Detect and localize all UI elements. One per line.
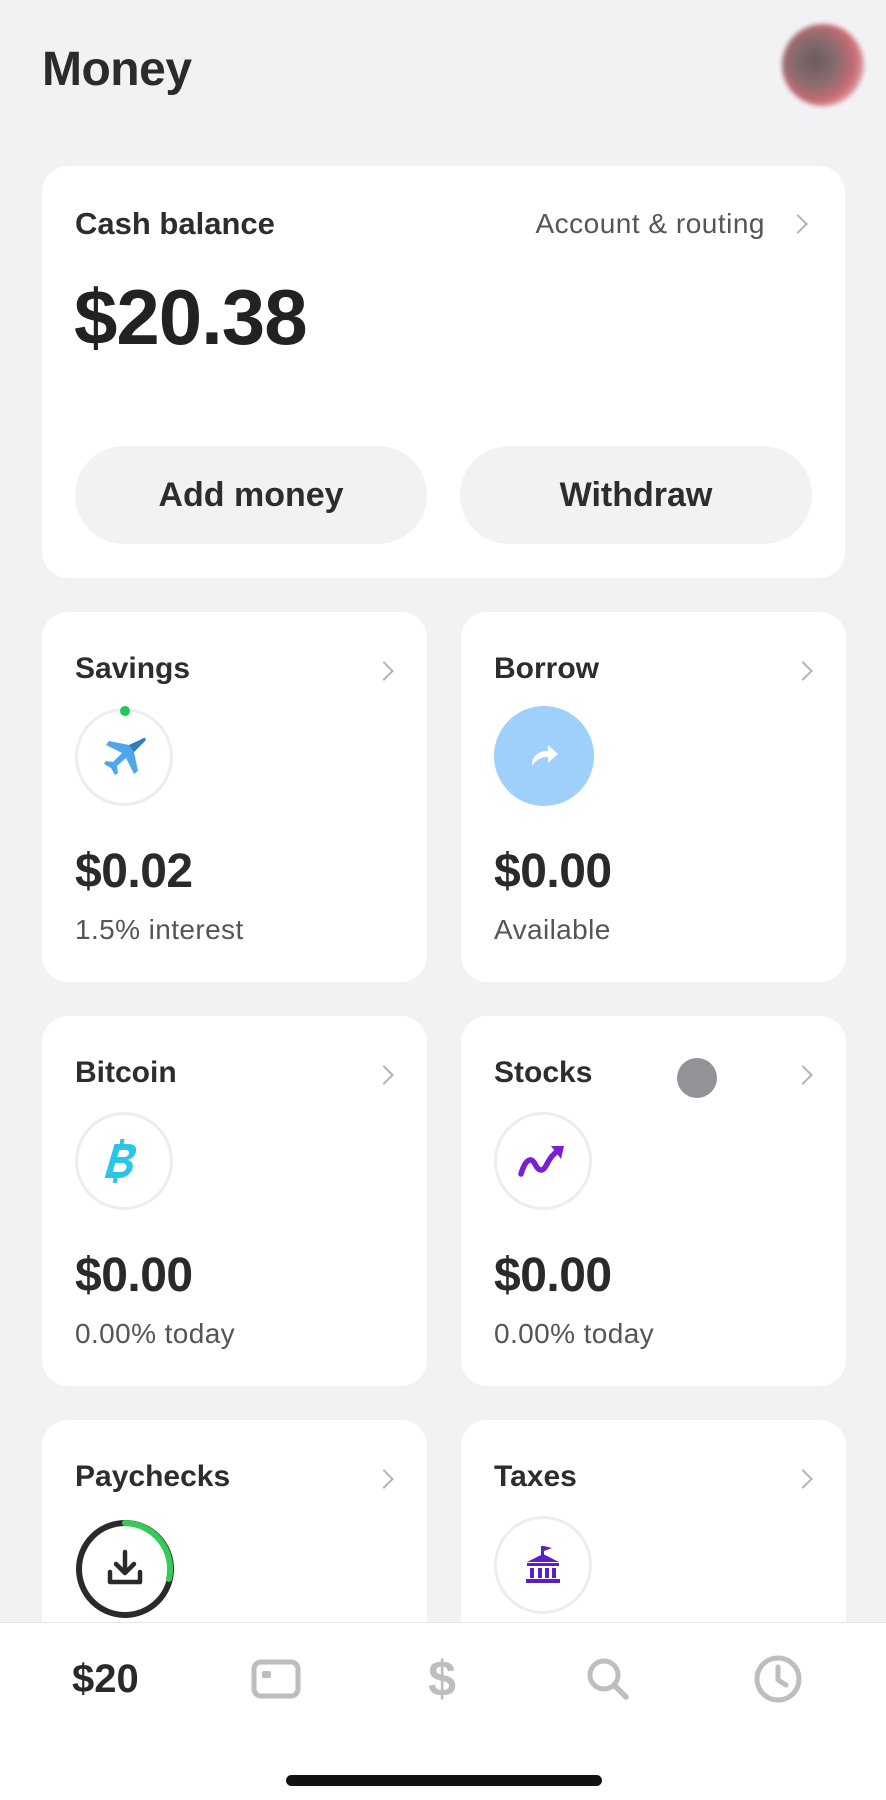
cash-balance-amount: $20.38 [74, 273, 308, 361]
chevron-right-icon [374, 661, 394, 681]
bitcoin-title: Bitcoin [75, 1056, 177, 1089]
card-icon [251, 1659, 301, 1699]
curved-arrow-icon [532, 745, 558, 766]
money-screen: Money Cash balance Account & routing $20… [0, 0, 886, 1800]
page-title: Money [42, 43, 192, 96]
borrow-icon-circle [494, 706, 594, 806]
savings-amount: $0.02 [75, 845, 193, 898]
stocks-amount: $0.00 [494, 1249, 612, 1302]
bitcoin-amount: $0.00 [75, 1249, 193, 1302]
account-routing-label: Account & routing [535, 208, 765, 239]
borrow-tile[interactable]: Borrow $0.00 Available [461, 612, 846, 982]
nav-pay-tab[interactable]: $ [414, 1651, 470, 1707]
download-icon [107, 1549, 143, 1585]
stocks-icon-circle [494, 1112, 592, 1210]
withdraw-button[interactable]: Withdraw [460, 446, 812, 544]
search-icon [587, 1658, 629, 1700]
nav-activity-tab[interactable] [750, 1651, 806, 1707]
borrow-title: Borrow [494, 652, 599, 685]
cash-balance-label: Cash balance [75, 206, 275, 241]
stocks-change: 0.00% today [494, 1318, 655, 1349]
bitcoin-icon-circle [75, 1112, 173, 1210]
airplane-icon [104, 737, 146, 775]
bank-building-icon [526, 1546, 560, 1583]
add-money-button[interactable]: Add money [75, 446, 427, 544]
cash-balance-card: Cash balance Account & routing $20.38 Ad… [42, 166, 845, 578]
stocks-indicator-dot [677, 1058, 717, 1098]
savings-progress-dot [120, 706, 130, 716]
trend-up-icon [518, 1146, 564, 1177]
savings-tile[interactable]: Savings $0.02 1.5% interest [42, 612, 427, 982]
bitcoin-icon [104, 1139, 137, 1183]
chevron-right-icon [374, 1065, 394, 1085]
chevron-right-icon [793, 661, 813, 681]
chevron-right-icon [788, 214, 808, 234]
savings-icon-circle [75, 708, 173, 806]
stocks-title: Stocks [494, 1056, 593, 1089]
paychecks-title: Paychecks [75, 1460, 231, 1493]
borrow-available: Available [494, 914, 611, 945]
bitcoin-tile[interactable]: Bitcoin $0.00 0.00% today [42, 1016, 427, 1386]
taxes-title: Taxes [494, 1460, 577, 1493]
dollar-icon: $ [428, 1651, 456, 1707]
nav-balance-tab[interactable]: $20 [72, 1657, 139, 1702]
account-routing-link[interactable]: Account & routing [535, 208, 808, 240]
savings-title: Savings [75, 652, 191, 685]
bottom-navigation: $20 $ [0, 1622, 886, 1800]
profile-avatar[interactable] [782, 24, 864, 106]
bitcoin-change: 0.00% today [75, 1318, 236, 1349]
chevron-right-icon [793, 1469, 813, 1489]
borrow-amount: $0.00 [494, 845, 612, 898]
nav-search-tab[interactable] [580, 1651, 636, 1707]
home-indicator[interactable] [286, 1775, 602, 1786]
clock-icon [754, 1655, 802, 1703]
nav-card-tab[interactable] [248, 1651, 304, 1707]
chevron-right-icon [793, 1065, 813, 1085]
chevron-right-icon [374, 1469, 394, 1489]
savings-interest: 1.5% interest [75, 914, 244, 945]
taxes-icon-circle [494, 1516, 592, 1614]
stocks-tile[interactable]: Stocks $0.00 0.00% today [461, 1016, 846, 1386]
